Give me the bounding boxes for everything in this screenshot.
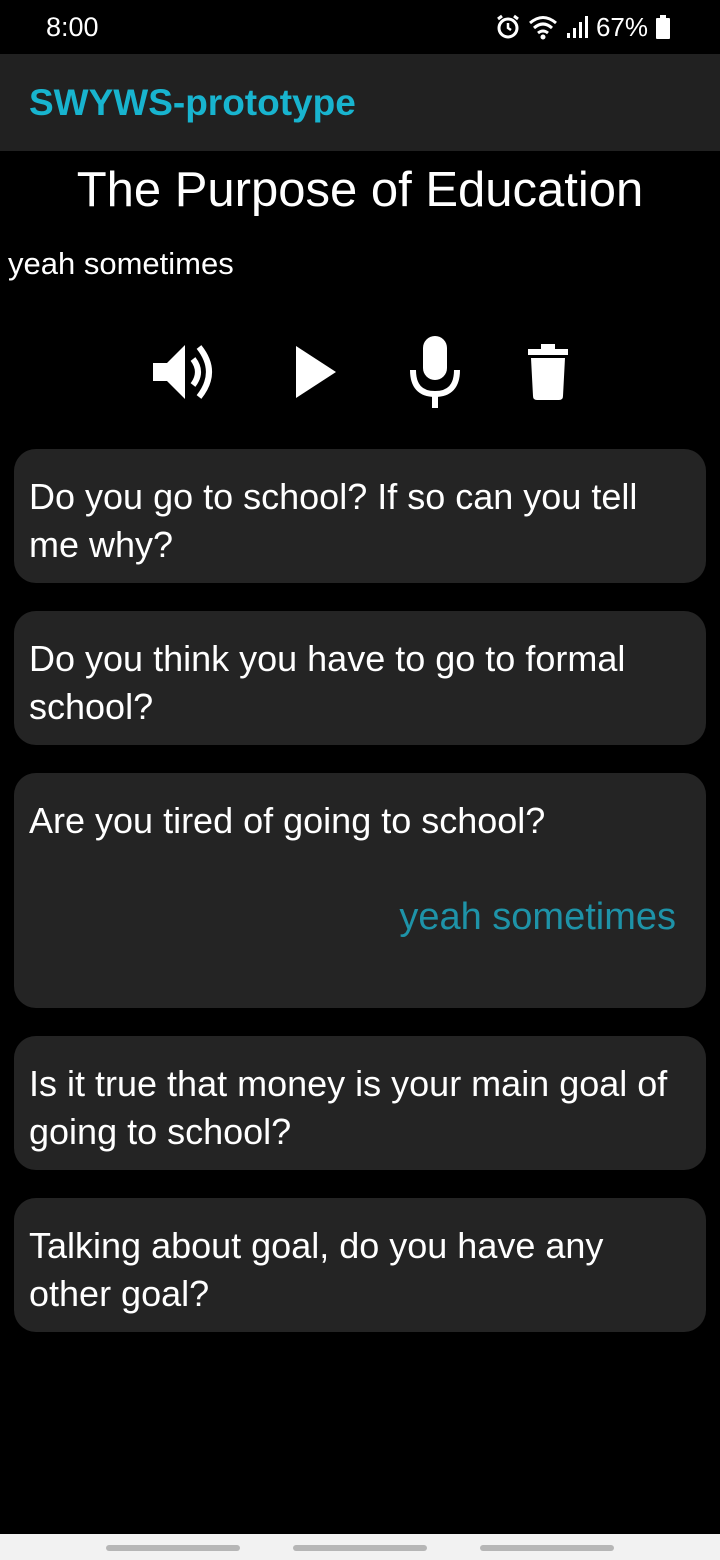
- signal-icon: [566, 15, 588, 39]
- question-text: Is it true that money is your main goal …: [29, 1063, 668, 1152]
- status-bar: 8:00 67%: [0, 0, 720, 54]
- mic-icon: [410, 336, 460, 408]
- app-bar: SWYWS-prototype: [0, 54, 720, 151]
- transcript-text: yeah sometimes: [8, 246, 234, 281]
- home-button[interactable]: [293, 1545, 427, 1551]
- page-title: The Purpose of Education: [76, 163, 644, 217]
- recents-button[interactable]: [106, 1545, 240, 1551]
- question-card[interactable]: Is it true that money is your main goal …: [14, 1036, 706, 1170]
- question-card[interactable]: Talking about goal, do you have any othe…: [14, 1198, 706, 1332]
- app-title: SWYWS-prototype: [29, 82, 356, 123]
- wifi-icon: [528, 14, 558, 40]
- question-card[interactable]: Are you tired of going to school? yeah s…: [14, 773, 706, 1008]
- question-text: Do you think you have to go to formal sc…: [29, 638, 626, 727]
- question-text: Are you tired of going to school?: [29, 800, 546, 841]
- status-time: 8:00: [46, 12, 99, 42]
- alarm-icon: [496, 14, 520, 40]
- play-icon: [296, 346, 336, 398]
- play-button[interactable]: [284, 332, 348, 412]
- delete-button[interactable]: [520, 332, 576, 412]
- navigation-bar: [0, 1534, 720, 1560]
- trash-icon: [528, 344, 568, 400]
- speaker-button[interactable]: [140, 332, 224, 412]
- question-card[interactable]: Do you go to school? If so can you tell …: [14, 449, 706, 583]
- volume-icon: [153, 345, 212, 399]
- answer-text: yeah sometimes: [399, 896, 676, 938]
- record-button[interactable]: [400, 332, 470, 412]
- question-text: Do you go to school? If so can you tell …: [29, 476, 638, 565]
- battery-percent: 67%: [595, 11, 648, 42]
- back-button[interactable]: [480, 1545, 614, 1551]
- status-icons: 67%: [496, 12, 670, 42]
- playback-controls: [0, 332, 720, 412]
- question-card[interactable]: Do you think you have to go to formal sc…: [14, 611, 706, 745]
- battery-icon: [656, 15, 670, 39]
- question-text: Talking about goal, do you have any othe…: [29, 1225, 604, 1314]
